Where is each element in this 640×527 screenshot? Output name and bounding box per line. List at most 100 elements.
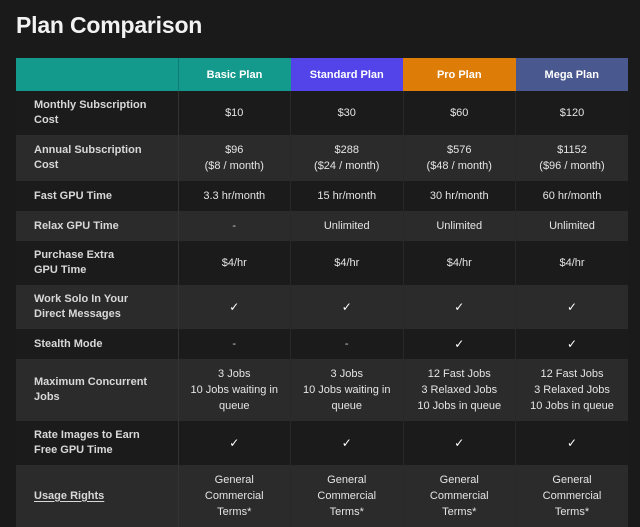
table-cell: 3 Jobs 10 Jobs waiting in queue xyxy=(178,359,291,421)
plan-comparison-table-wrapper: Basic Plan Standard Plan Pro Plan Mega P… xyxy=(16,58,628,527)
cell-line: 3 Relaxed Jobs xyxy=(534,384,610,396)
table-cell: ✓ xyxy=(515,329,628,359)
check-icon: ✓ xyxy=(566,300,578,314)
cell-line: $30 xyxy=(337,107,356,119)
row-label-line: Jobs xyxy=(34,391,60,403)
cell-line: ($48 / month) xyxy=(426,160,492,172)
cell-line: $1152 xyxy=(557,144,587,156)
cell-line: Commercial xyxy=(429,490,489,502)
cell-line: $96 xyxy=(225,144,244,156)
cell-line: 12 Fast Jobs xyxy=(540,368,604,380)
table-cell: Unlimited xyxy=(403,211,516,241)
usage-rights-link[interactable]: Usage Rights xyxy=(34,489,170,504)
check-icon: ✓ xyxy=(229,436,240,450)
cell-line: $576 xyxy=(447,144,472,156)
header-plan-pro[interactable]: Pro Plan xyxy=(403,58,516,91)
table-row: Relax GPU Time - Unlimited Unlimited Unlimit… xyxy=(16,211,628,241)
row-label-line: GPU Time xyxy=(34,264,87,276)
row-label[interactable]: Usage Rights xyxy=(16,465,179,527)
row-label: Monthly Subscription Cost xyxy=(16,91,179,135)
row-label: Rate Images to Earn Free GPU Time xyxy=(16,421,179,465)
table-cell: $10 xyxy=(178,91,291,135)
cell-line: 15 hr/month xyxy=(317,190,377,202)
table-cell: 60 hr/month xyxy=(515,181,628,211)
table-row: Fast GPU Time 3.3 hr/month 15 hr/month 30 h… xyxy=(16,181,628,211)
row-label-line: Monthly Subscription xyxy=(34,99,147,111)
row-label-line: Relax GPU Time xyxy=(34,219,119,232)
table-cell: $120 xyxy=(515,91,628,135)
table-cell: ✓ xyxy=(178,285,291,329)
table-cell: - xyxy=(178,211,291,241)
row-label-line: Rate Images to Earn xyxy=(34,429,140,441)
cell-line: $120 xyxy=(559,107,585,119)
row-label-line: Cost xyxy=(34,114,59,126)
table-cell: 3.3 hr/month xyxy=(178,181,291,211)
cell-line: $4/hr xyxy=(334,257,360,269)
cell-line: 10 Jobs in queue xyxy=(417,400,502,412)
page-title: Plan Comparison xyxy=(16,12,203,38)
cell-line: Terms* xyxy=(554,506,590,518)
table-cell: ✓ xyxy=(515,421,628,465)
table-cell: ✓ xyxy=(290,421,404,465)
row-label-line: Purchase Extra xyxy=(34,249,115,261)
row-label-line: Maximum Concurrent xyxy=(34,376,148,388)
row-label: Purchase Extra GPU Time xyxy=(16,241,179,285)
check-icon: ✓ xyxy=(566,337,578,351)
table-cell: General Commercial Terms* xyxy=(290,465,404,527)
row-label: Fast GPU Time xyxy=(16,181,179,211)
cell-line: 10 Jobs waiting in queue xyxy=(303,384,391,412)
row-label-line: Free GPU Time xyxy=(34,444,113,456)
check-icon: ✓ xyxy=(229,300,240,314)
cell-line: $4/hr xyxy=(446,257,472,269)
table-cell: ✓ xyxy=(290,285,404,329)
table-row: Maximum Concurrent Jobs 3 Jobs 10 Jobs wait… xyxy=(16,359,628,421)
table-row: Purchase Extra GPU Time $4/hr $4/hr $4/hr $4/… xyxy=(16,241,628,285)
table-cell: $4/hr xyxy=(403,241,516,285)
dash-icon: - xyxy=(344,338,349,350)
header-plan-basic[interactable]: Basic Plan xyxy=(177,58,291,91)
table-cell: $4/hr xyxy=(178,241,291,285)
table-cell: $30 xyxy=(290,91,404,135)
table-row: Usage Rights General Commercial Terms* Gener… xyxy=(16,465,628,527)
table-cell: $4/hr xyxy=(290,241,404,285)
cell-line: Terms* xyxy=(217,506,252,518)
row-label-line: Annual Subscription xyxy=(34,144,142,156)
dash-icon: - xyxy=(232,220,237,232)
cell-line: ($24 / month) xyxy=(314,160,380,172)
header-plan-standard[interactable]: Standard Plan xyxy=(290,58,403,91)
table-cell: Unlimited xyxy=(515,211,628,241)
cell-line: Terms* xyxy=(329,506,364,518)
table-cell: - xyxy=(290,329,404,359)
table-cell: General Commercial Terms* xyxy=(178,465,291,527)
row-label-line: Work Solo In Your xyxy=(34,293,129,305)
cell-line: 10 Jobs waiting in queue xyxy=(190,384,278,412)
table-body: Monthly Subscription Cost $10 $30 $60 $120 Ann… xyxy=(16,91,628,527)
cell-line: Commercial xyxy=(542,490,602,502)
cell-line: 3 Jobs xyxy=(218,368,251,380)
cell-line: General xyxy=(327,474,367,486)
cell-line: $10 xyxy=(225,107,244,119)
header-plan-mega[interactable]: Mega Plan xyxy=(515,58,628,91)
check-icon: ✓ xyxy=(454,300,465,314)
cell-line: ($8 / month) xyxy=(204,160,264,172)
plan-comparison-table: Basic Plan Standard Plan Pro Plan Mega P… xyxy=(16,58,628,527)
table-cell: General Commercial Terms* xyxy=(403,465,516,527)
cell-line: Terms* xyxy=(442,506,477,518)
table-row: Stealth Mode - - ✓ ✓ xyxy=(16,329,628,359)
row-label-line: Fast GPU Time xyxy=(34,189,113,202)
dash-icon: - xyxy=(232,338,237,350)
row-label: Maximum Concurrent Jobs xyxy=(16,359,179,421)
table-cell: $60 xyxy=(403,91,516,135)
table-cell: $1152 ($96 / month) xyxy=(515,135,628,181)
table-cell: ✓ xyxy=(403,285,516,329)
cell-line: 10 Jobs in queue xyxy=(530,400,614,412)
table-cell: $4/hr xyxy=(515,241,628,285)
table-row: Annual Subscription Cost $96 ($8 / month) $2… xyxy=(16,135,628,181)
row-label: Relax GPU Time xyxy=(16,211,179,241)
cell-line: ($96 / month) xyxy=(539,160,605,172)
cell-line: 30 hr/month xyxy=(429,190,489,202)
header-row: Basic Plan Standard Plan Pro Plan Mega P… xyxy=(16,58,628,91)
check-icon: ✓ xyxy=(454,436,465,450)
cell-line: 3 Jobs xyxy=(330,368,363,380)
check-icon: ✓ xyxy=(341,436,352,450)
